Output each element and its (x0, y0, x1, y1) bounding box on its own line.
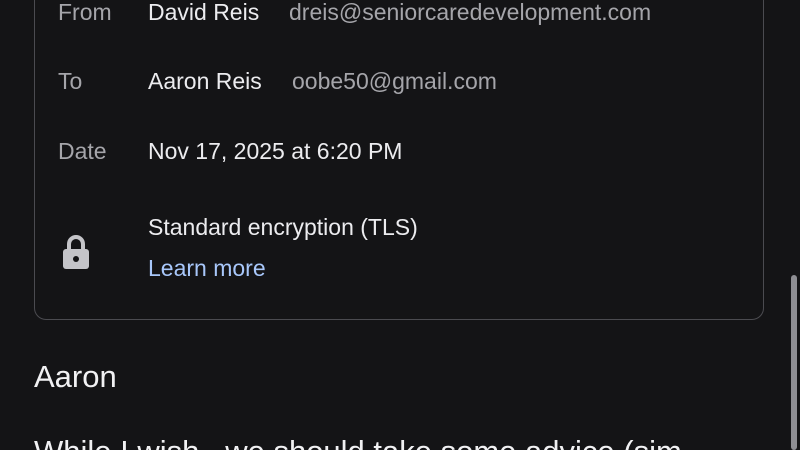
scrollbar[interactable] (788, 0, 800, 450)
to-email[interactable]: oobe50@gmail.com (292, 70, 497, 93)
from-name[interactable]: David Reis (148, 1, 259, 24)
message-greeting: Aaron (34, 359, 117, 394)
to-name[interactable]: Aaron Reis (148, 70, 262, 93)
scrollbar-thumb[interactable] (791, 275, 797, 450)
learn-more-link[interactable]: Learn more (148, 257, 266, 280)
message-body-text: While I wish...we should take some advic… (34, 436, 682, 450)
from-label: From (58, 0, 112, 25)
from-email[interactable]: dreis@seniorcaredevelopment.com (289, 1, 651, 24)
lock-icon (62, 234, 90, 270)
date-value: Nov 17, 2025 at 6:20 PM (148, 138, 403, 164)
encryption-status: Standard encryption (TLS) (148, 214, 418, 240)
to-label: To (58, 68, 83, 94)
date-label: Date (58, 138, 107, 164)
